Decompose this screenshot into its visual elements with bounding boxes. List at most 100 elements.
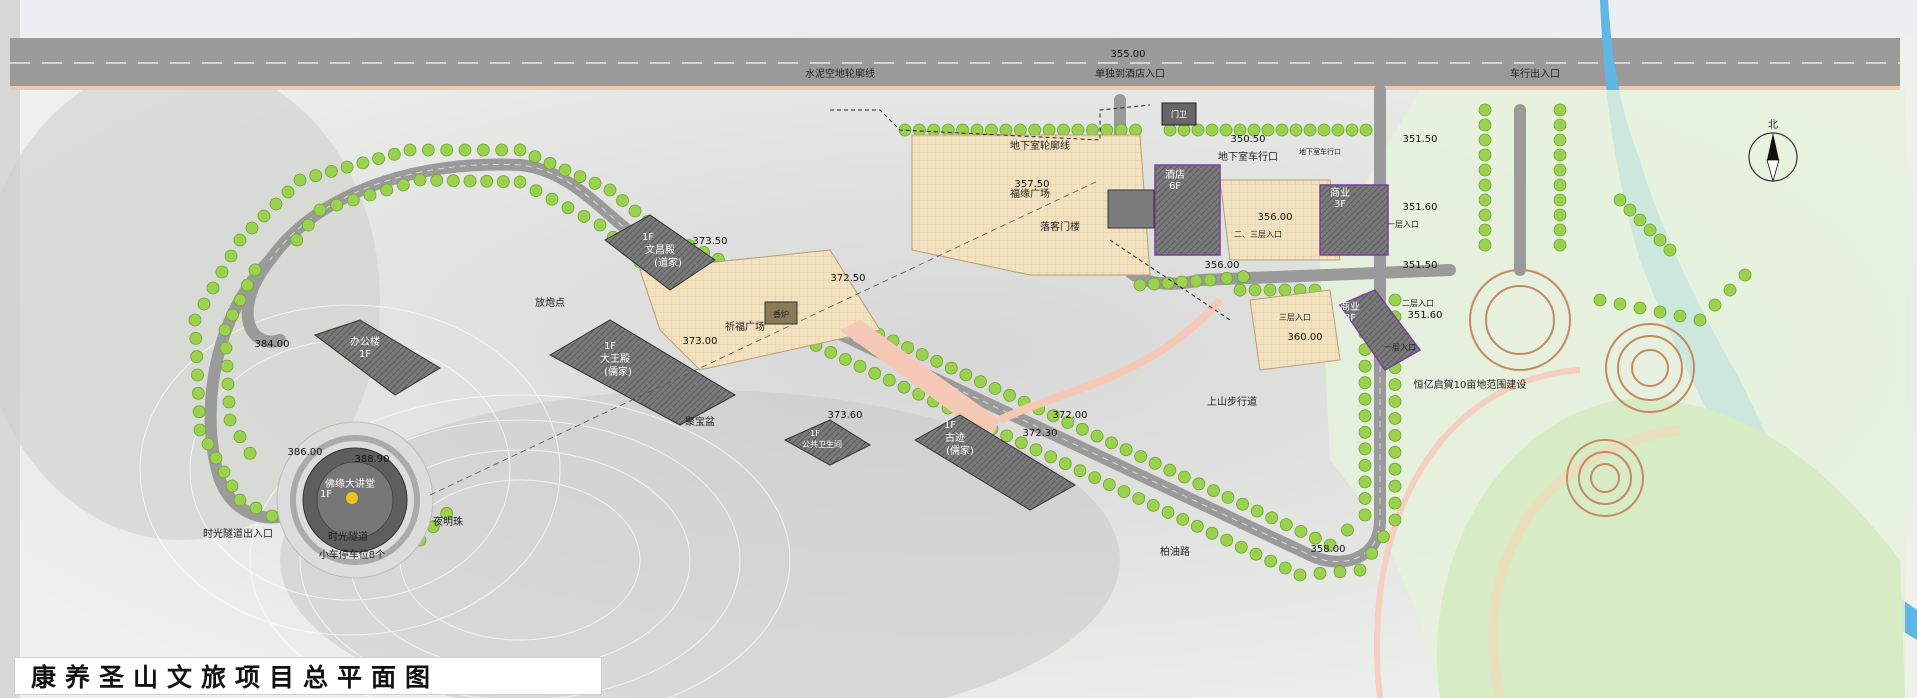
tree-icon	[513, 175, 527, 189]
tree-icon	[1076, 422, 1089, 436]
tree-icon	[1388, 445, 1402, 459]
tree-icon	[223, 413, 237, 427]
car-entrance-label: 车行出入口	[1510, 67, 1560, 80]
tree-icon	[1478, 133, 1492, 147]
tree-icon	[1593, 293, 1607, 307]
tree-icon	[1388, 428, 1402, 442]
incense-label: 香炉	[773, 309, 789, 319]
tree-icon	[513, 143, 527, 157]
tree-icon	[1044, 450, 1058, 464]
tree-icon	[1358, 475, 1372, 489]
tree-icon	[1175, 275, 1189, 289]
elev-e6: 356.00	[1205, 260, 1240, 271]
tree-icon	[356, 156, 370, 170]
tree-icon	[1708, 298, 1722, 312]
tree-icon	[1248, 283, 1262, 297]
tree-icon	[824, 345, 838, 359]
pray-plaza-label: 祈福广场	[725, 320, 765, 333]
tree-icon	[1117, 485, 1131, 498]
tree-icon	[588, 176, 602, 190]
main-hall-sub: (儒家)	[604, 365, 632, 378]
elev-e19: 358.00	[1311, 544, 1346, 555]
tree-icon	[1090, 429, 1104, 443]
buddha-name: 佛缘大讲堂	[325, 477, 375, 490]
wenchang-sub: (道家)	[654, 256, 682, 269]
tree-icon	[1263, 283, 1277, 297]
site-plan-map: 北 355.00 水泥空地轮廓线 单独到酒店入口 车行出入口 地下室轮廓线 地下…	[0, 0, 1917, 698]
commerce-a-name: 商业	[1330, 186, 1350, 199]
tree-icon	[1553, 118, 1567, 132]
tree-icon	[1119, 443, 1133, 457]
tree-icon	[1358, 492, 1372, 505]
tree-icon	[959, 368, 973, 382]
tree-icon	[1353, 563, 1367, 577]
entry-1b-label: 一层入口	[1384, 343, 1416, 352]
elev-e1: 357.50	[1015, 179, 1050, 190]
tree-icon	[1220, 271, 1234, 285]
gallery-name: 古迹	[945, 431, 965, 444]
tree-icon	[220, 359, 234, 373]
tree-icon	[191, 386, 205, 400]
tree-icon	[1190, 519, 1204, 533]
gallery-sub: (儒家)	[946, 444, 974, 457]
tree-icon	[1317, 123, 1331, 137]
tree-icon	[290, 233, 304, 247]
tree-icon	[1478, 178, 1492, 192]
tree-icon	[1553, 163, 1567, 177]
tree-icon	[915, 348, 929, 361]
tree-icon	[1013, 123, 1027, 137]
tree-icon	[1365, 546, 1379, 560]
tree-icon	[1613, 297, 1627, 311]
tree-icon	[1553, 238, 1567, 252]
site-plan-svg: 北 355.00 水泥空地轮廓线 单独到酒店入口 车行出入口 地下室轮廓线 地下…	[0, 0, 1917, 698]
tree-icon	[188, 313, 202, 327]
hotel-floor: 6F	[1169, 181, 1181, 192]
tree-icon	[330, 198, 344, 212]
tree-icon	[387, 147, 401, 161]
tree-icon	[1189, 274, 1203, 288]
tree-icon	[1358, 392, 1372, 406]
elev-e17: 386.00	[288, 447, 323, 458]
tree-icon	[1264, 554, 1278, 568]
tree-icon	[1203, 273, 1217, 287]
tree-icon	[1613, 193, 1627, 207]
tree-icon	[1358, 409, 1372, 423]
tree-icon	[1221, 490, 1235, 504]
tree-icon	[191, 368, 204, 382]
tree-icon	[421, 143, 435, 157]
elev-e4: 351.60	[1403, 202, 1438, 213]
guest-gate-label: 落客门楼	[1040, 220, 1080, 233]
tree-icon	[1633, 213, 1647, 227]
tree-icon	[1478, 103, 1492, 117]
tree-icon	[1000, 429, 1014, 443]
tree-icon	[233, 233, 247, 247]
tree-icon	[224, 249, 238, 263]
tree-icon	[543, 156, 557, 170]
tree-icon	[1376, 530, 1390, 544]
tree-icon	[868, 366, 882, 380]
tree-icon	[1723, 283, 1737, 297]
gallery-floor: 1F	[944, 420, 956, 431]
wenchang-name: 文昌殿	[645, 243, 675, 256]
tree-icon	[1161, 276, 1175, 290]
tree-icon	[233, 293, 247, 307]
tree-icon	[1250, 504, 1264, 518]
tree-icon	[1358, 359, 1372, 373]
underground-outline-label: 地下室轮廓线	[1010, 139, 1070, 152]
tree-icon	[1133, 278, 1147, 292]
tree-icon	[1388, 412, 1402, 425]
tree-icon	[1478, 193, 1492, 207]
tree-icon	[245, 221, 259, 235]
tree-icon	[1553, 133, 1567, 147]
tree-icon	[1279, 518, 1293, 531]
tree-icon	[1388, 479, 1402, 493]
commerce-b-floor: 3F	[1344, 313, 1356, 324]
tree-icon	[1345, 123, 1359, 137]
tree-icon	[193, 423, 207, 437]
commerce-a-floor: 3F	[1334, 199, 1346, 210]
tree-icon	[1146, 498, 1160, 512]
elev-top: 355.00	[1111, 49, 1146, 60]
elev-e15: 372.00	[1053, 410, 1088, 421]
tree-icon	[1105, 436, 1118, 450]
tree-icon	[1129, 123, 1142, 137]
